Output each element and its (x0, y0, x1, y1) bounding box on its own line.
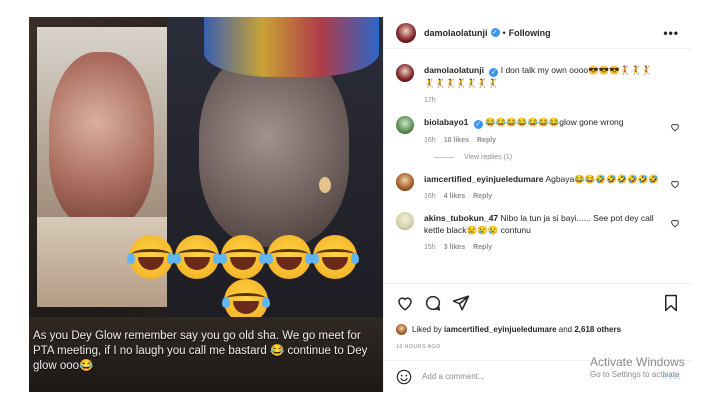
liked-by-and: and (558, 325, 573, 334)
comment-username[interactable]: biolabayo1 (424, 117, 468, 127)
image-left-face (49, 52, 154, 227)
laughing-emoji-icon (219, 235, 267, 279)
laughing-emoji-icon (311, 235, 359, 279)
header-separator: • (502, 27, 506, 38)
comment-username[interactable]: akins_tubokun_47 (424, 213, 498, 223)
post-image[interactable]: As you Dey Glow remember say you go old … (29, 17, 383, 392)
laughing-emoji-icon (127, 235, 175, 279)
laughing-emoji-icon (265, 235, 313, 279)
comments-list[interactable]: damolaolatunji ✓ I don talk my own oooo😎… (384, 50, 692, 282)
comment-item: biolabayo1 ✓ 😂😂😂😂😂😂😂glow gone wrong 16h 1… (396, 116, 680, 144)
posted-time[interactable]: 16 HOURS AGO (396, 344, 680, 350)
reply-button[interactable]: Reply (473, 193, 492, 200)
laughing-emoji-icon (173, 235, 221, 279)
verified-icon: ✓ (473, 120, 483, 129)
heart-icon[interactable] (670, 179, 680, 189)
view-replies-button[interactable]: View replies (1) (434, 154, 680, 161)
verified-icon: ✓ (489, 68, 499, 77)
likes-count[interactable]: 2,618 others (574, 325, 621, 334)
image-right-face (199, 47, 349, 247)
avatar[interactable] (396, 64, 414, 82)
liked-by-user[interactable]: iamcertified_eyinjueledumare (444, 325, 557, 334)
comment-time[interactable]: 16h (424, 137, 436, 144)
comment-time[interactable]: 15h (424, 244, 436, 251)
reply-button[interactable]: Reply (477, 137, 496, 144)
liked-by: Liked by iamcertified_eyinjueledumare an… (396, 324, 680, 335)
watermark-title: Activate Windows (590, 355, 685, 369)
post-actions: Liked by iamcertified_eyinjueledumare an… (384, 283, 692, 350)
comment-item: iamcertified_eyinjueledumare Agbaya😂😂🤣🤣🤣… (396, 173, 680, 200)
avatar[interactable] (396, 173, 414, 191)
comment-text: 😂😂😂😂😂😂😂glow gone wrong (485, 117, 624, 127)
post-header: damolaolatunji ✓ • Following ••• (384, 17, 691, 49)
share-icon[interactable] (452, 294, 470, 312)
heart-icon[interactable] (396, 294, 414, 312)
heart-icon[interactable] (670, 218, 680, 228)
post-modal: As you Dey Glow remember say you go old … (29, 17, 692, 392)
heart-icon[interactable] (670, 122, 680, 132)
comment-icon[interactable] (424, 294, 442, 312)
post-sidebar: damolaolatunji ✓ • Following ••• damolao… (383, 17, 692, 392)
comment-likes[interactable]: 3 likes (444, 244, 465, 251)
more-options-icon[interactable]: ••• (663, 26, 679, 40)
comment-likes[interactable]: 4 likes (444, 193, 465, 200)
emoji-icon[interactable] (396, 369, 412, 385)
verified-icon: ✓ (490, 28, 500, 37)
caption-comment: damolaolatunji ✓ I don talk my own oooo😎… (396, 64, 680, 104)
bookmark-icon[interactable] (662, 294, 680, 312)
comment-item: akins_tubokun_47 Nibo la tun ja si bayi.… (396, 212, 680, 251)
image-caption-text: As you Dey Glow remember say you go old … (33, 330, 368, 372)
header-username[interactable]: damolaolatunji (424, 28, 488, 38)
watermark-subtitle: Go to Settings to activate (590, 369, 680, 379)
laughing-emoji-row (127, 235, 359, 279)
comment-likes[interactable]: 10 likes (444, 137, 469, 144)
comment-time[interactable]: 17h (424, 97, 436, 104)
activate-windows-watermark: Activate Windows Go to Settings to activ… (590, 355, 685, 379)
comment-username[interactable]: iamcertified_eyinjueledumare (424, 174, 544, 184)
avatar[interactable] (396, 324, 407, 335)
reply-button[interactable]: Reply (473, 244, 492, 251)
comment-input[interactable] (422, 372, 602, 381)
image-headscarf (204, 17, 379, 77)
following-button[interactable]: Following (509, 28, 551, 38)
comment-username[interactable]: damolaolatunji (424, 65, 484, 75)
avatar[interactable] (396, 116, 414, 134)
avatar[interactable] (396, 212, 414, 230)
view-replies-label: View replies (1) (464, 154, 513, 161)
comment-text: Agbaya😂😂🤣🤣🤣🤣🤣🤣 (545, 174, 659, 184)
liked-by-prefix: Liked by (412, 325, 442, 334)
image-earring (319, 177, 331, 193)
avatar[interactable] (396, 22, 416, 43)
comment-time[interactable]: 16h (424, 193, 436, 200)
